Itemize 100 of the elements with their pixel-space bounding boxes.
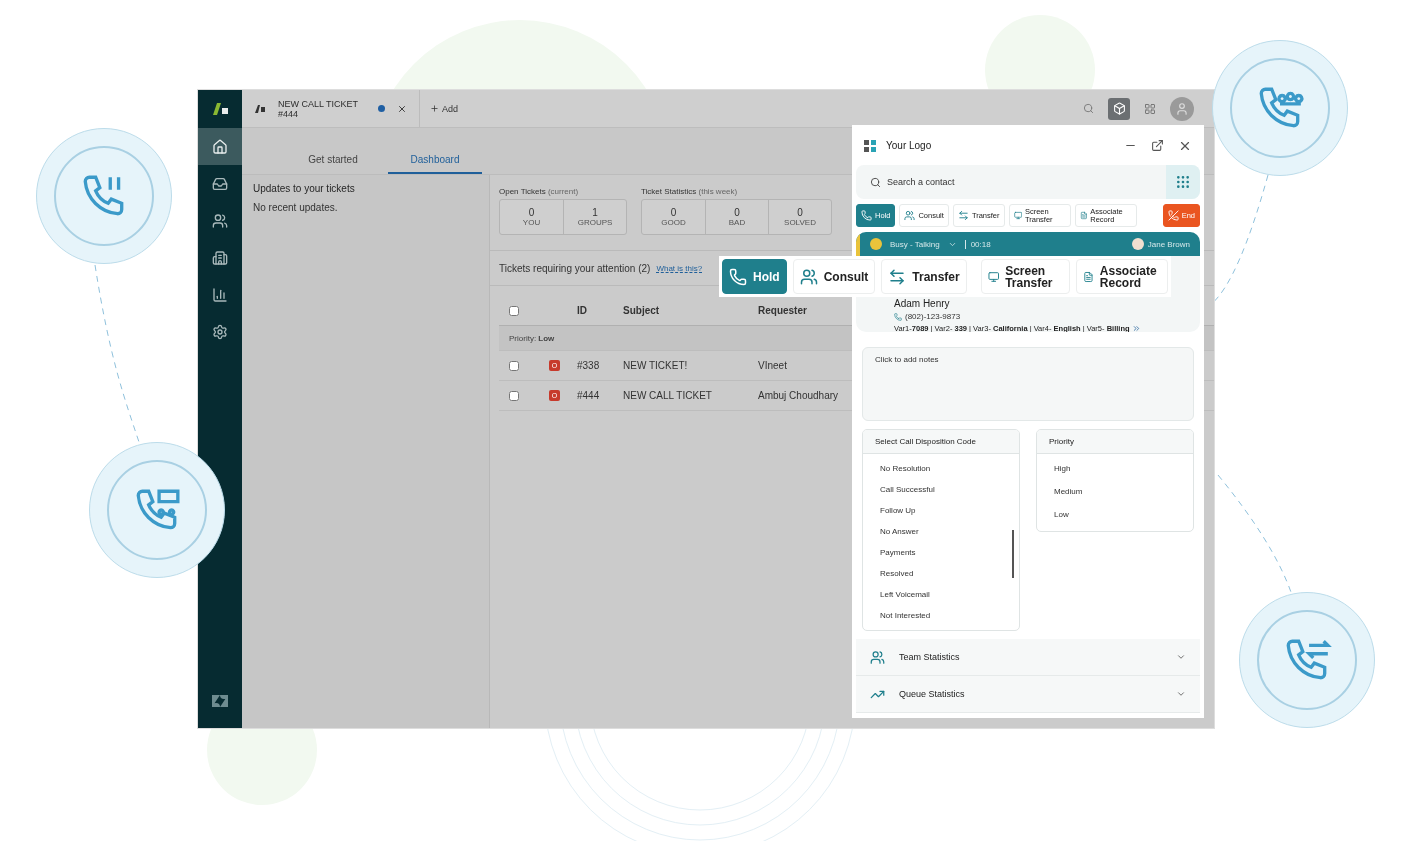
phone-icon <box>894 312 902 321</box>
consult-button[interactable]: Consult <box>792 259 876 294</box>
help-link[interactable]: What is this? <box>656 263 703 273</box>
add-button[interactable]: Add <box>430 103 458 114</box>
stat-label: GROUPS <box>577 218 613 227</box>
notes-field[interactable]: Click to add notes <box>862 347 1194 421</box>
stat-label: GOOD <box>661 218 686 227</box>
list-option[interactable]: Call Successful <box>863 479 1019 500</box>
page-tab[interactable]: Get started <box>286 150 380 174</box>
list-option[interactable]: Follow Up <box>863 500 1019 521</box>
ticket-number: #444 <box>278 108 300 119</box>
plus-icon <box>430 104 439 113</box>
search-icon <box>870 176 881 188</box>
updates-text: No recent updates. <box>253 202 339 213</box>
stat-title: Open Tickets (current) <box>499 187 580 196</box>
agent-name: Jane Brown <box>1147 239 1190 249</box>
row-checkbox[interactable] <box>509 360 519 371</box>
status-label: Busy - Talking <box>890 239 940 249</box>
list-title: Priority <box>1037 430 1193 454</box>
list-option[interactable]: No Resolution <box>863 458 1019 479</box>
table-cell: VIneet <box>758 360 787 371</box>
ticket-tab[interactable]: NEW CALL TICKET #444 <box>242 90 420 127</box>
statistics-section[interactable]: Team Statistics <box>856 639 1200 676</box>
document-icon <box>1079 210 1088 221</box>
avatar <box>1131 238 1144 250</box>
column-header: Requester <box>758 305 807 316</box>
stat-value: 0 <box>797 207 803 218</box>
contact-phone: (802)-123-9873 <box>905 312 961 321</box>
grid-icon[interactable] <box>1144 102 1156 115</box>
associate-record-button[interactable]: Associate Record <box>1076 259 1168 294</box>
transfer-button[interactable]: Transfer <box>881 259 967 294</box>
group-label: Priority: Low <box>509 333 555 343</box>
user-icon <box>1175 101 1189 116</box>
list-option[interactable]: Low <box>1037 504 1193 527</box>
users-icon <box>212 212 228 229</box>
list-title: Select Call Disposition Code <box>863 430 1019 454</box>
stat-label: YOU <box>522 218 541 227</box>
stat-label: BAD <box>728 218 746 227</box>
stat-value: 0 <box>528 207 535 218</box>
list-option[interactable]: Payments <box>863 542 1019 563</box>
close-icon[interactable] <box>397 103 407 114</box>
nav-item[interactable] <box>198 128 242 165</box>
select-all-checkbox[interactable] <box>509 305 519 316</box>
list-option[interactable]: No Answer <box>863 521 1019 542</box>
home-icon <box>212 138 228 155</box>
apps-button[interactable] <box>1108 97 1130 120</box>
column-header: ID <box>577 305 587 316</box>
list-option[interactable]: Medium <box>1037 481 1193 504</box>
bar-chart-icon <box>212 286 228 303</box>
search-bar[interactable]: Search a contact <box>856 165 1200 199</box>
list-option[interactable]: Not Interested <box>863 605 1019 626</box>
stat-value: 0 <box>670 207 677 218</box>
table-cell: NEW CALL TICKET <box>623 390 712 401</box>
logo-text: Your Logo <box>886 140 932 151</box>
search-field[interactable]: Search a contact <box>881 176 1166 188</box>
more-icon[interactable] <box>1131 324 1141 332</box>
statistics-section[interactable]: Queue Statistics <box>856 676 1200 713</box>
users-icon <box>904 210 916 221</box>
popout-icon[interactable] <box>1151 138 1164 152</box>
table-cell: NEW TICKET! <box>623 360 688 371</box>
chevron-icon <box>1176 652 1186 662</box>
team-chart-icon <box>870 649 885 665</box>
hold-button[interactable]: Hold <box>722 259 787 294</box>
hang-up-icon <box>1167 210 1179 221</box>
screen-transfer-button[interactable]: Screen Transfer <box>980 259 1070 294</box>
settings-icon <box>212 323 228 340</box>
row-checkbox[interactable] <box>509 390 519 401</box>
ticket-title: NEW CALL TICKET <box>278 98 358 109</box>
list-option[interactable]: High <box>1037 458 1193 481</box>
logo-icon <box>864 139 876 152</box>
contact-name: Adam Henry <box>894 298 951 309</box>
updates-title: Updates to your tickets <box>253 183 356 194</box>
brand-icon <box>211 694 229 708</box>
phone-icon <box>729 267 747 286</box>
stat-label: SOLVED <box>784 218 816 227</box>
table-cell: Ambuj Choudhary <box>758 390 839 401</box>
stat-value: 1 <box>592 207 598 218</box>
column-header: Subject <box>623 305 660 316</box>
phone-icon <box>861 210 872 221</box>
table-cell: #444 <box>577 390 600 401</box>
logo-icon <box>211 102 229 116</box>
transfer-icon <box>957 210 969 221</box>
list-option[interactable]: Left Voicemail <box>863 584 1019 605</box>
cube-icon <box>1112 102 1126 115</box>
status-dot <box>870 238 882 250</box>
users-icon <box>799 267 818 286</box>
building-icon <box>212 249 228 266</box>
inbox-icon <box>212 175 228 192</box>
list-option[interactable]: Resolved <box>863 563 1019 584</box>
chevron-icon <box>1176 689 1186 699</box>
transfer-icon <box>888 267 907 286</box>
ticket-icon <box>254 103 266 114</box>
attention-title: Tickets requiring your attention (2) <box>499 262 651 274</box>
table-cell: #338 <box>577 360 600 371</box>
stat-value: 0 <box>734 207 740 218</box>
keypad-icon <box>1175 174 1191 190</box>
search-icon[interactable] <box>1083 103 1094 114</box>
call-timer: 00:18 <box>964 239 991 249</box>
monitor-icon <box>1013 210 1022 221</box>
keypad-button[interactable] <box>1166 165 1200 199</box>
